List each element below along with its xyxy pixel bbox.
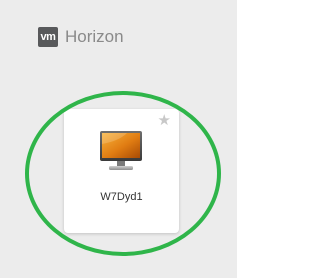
monitor-icon (100, 131, 142, 170)
content-gutter (237, 0, 249, 278)
app-title: Horizon (65, 27, 124, 46)
favorite-star-icon[interactable]: ★ (158, 113, 171, 128)
desktop-name-label: W7Dyd1 (100, 191, 143, 203)
app-header: vm Horizon (38, 27, 124, 47)
vmware-logo-icon: vm (38, 27, 58, 47)
desktop-tile[interactable]: ★ W7Dyd1 (64, 109, 179, 233)
